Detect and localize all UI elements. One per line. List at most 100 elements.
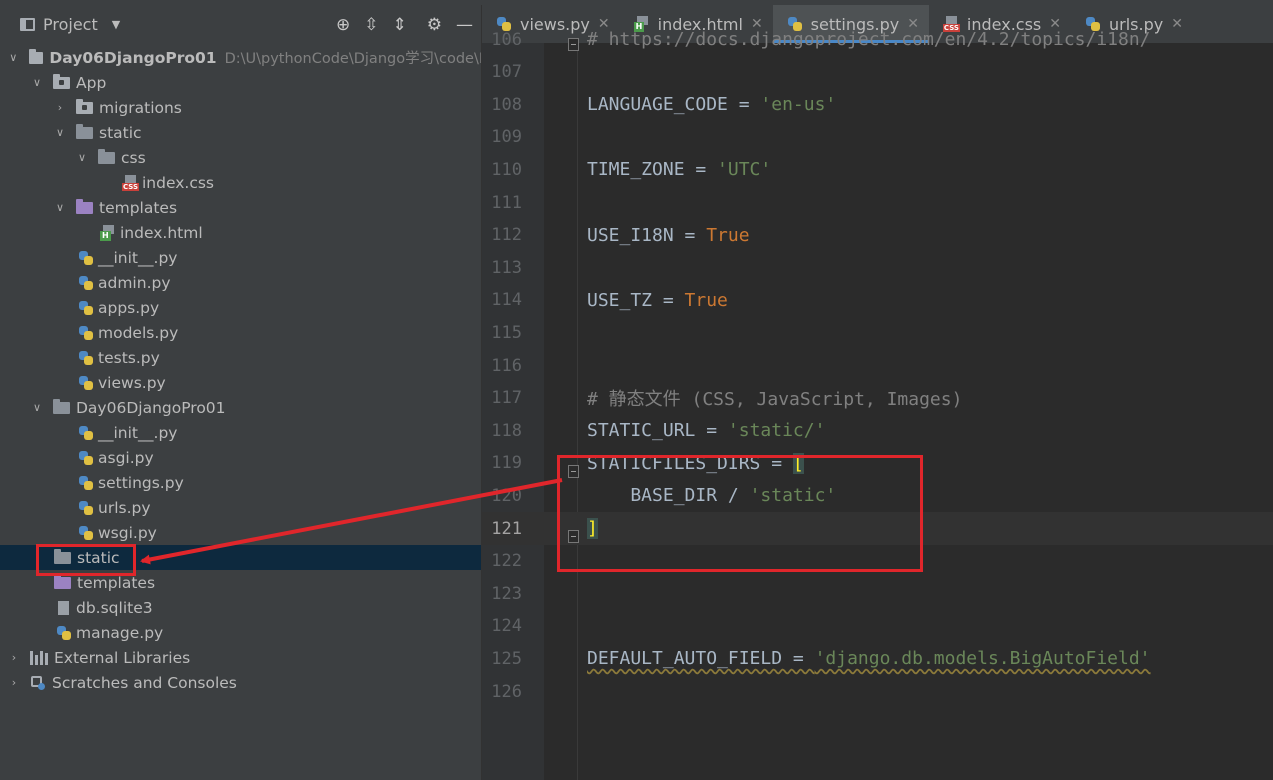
tree-item-app-static[interactable]: ∨ static xyxy=(0,120,481,145)
tree-item-apps[interactable]: apps.py xyxy=(0,295,481,320)
code-line[interactable]: 108 LANGUAGE_CODE = 'en-us' xyxy=(482,88,1273,121)
tree-item-asgi[interactable]: asgi.py xyxy=(0,445,481,470)
chevron-down-icon[interactable]: ∨ xyxy=(76,151,88,164)
tree-item-manage[interactable]: manage.py xyxy=(0,620,481,645)
folder-icon xyxy=(98,148,115,164)
chevron-down-icon[interactable]: ∨ xyxy=(54,126,66,139)
chevron-right-icon[interactable]: › xyxy=(54,101,66,114)
tree-item-tests[interactable]: tests.py xyxy=(0,345,481,370)
tree-item-label: urls.py xyxy=(98,498,151,517)
tree-item-index-css[interactable]: index.css xyxy=(0,170,481,195)
code-line[interactable]: 125 DEFAULT_AUTO_FIELD = 'django.db.model… xyxy=(482,642,1273,675)
code-line[interactable]: 106 # https://docs.djangoproject.com/en/4… xyxy=(482,23,1273,56)
code-line[interactable]: 112 USE_I18N = True xyxy=(482,219,1273,252)
module-folder-icon xyxy=(76,98,93,114)
tree-item-label: Day06DjangoPro01 xyxy=(76,398,226,417)
folder-icon xyxy=(28,48,44,64)
line-number: 124 xyxy=(491,616,522,637)
project-panel: Project ▼ ⊕ ⇳ ⇕ ⚙ — ∨ Day06DjangoPro01 D… xyxy=(0,5,482,780)
code-line[interactable]: 115 xyxy=(482,316,1273,349)
code-token: TIME_ZONE = xyxy=(587,159,718,181)
code-line[interactable]: 110 TIME_ZONE = 'UTC' xyxy=(482,153,1273,186)
python-file-icon xyxy=(78,525,94,541)
line-number: 107 xyxy=(491,62,522,83)
code-token: # 静态文件 (CSS, JavaScript, Images) xyxy=(587,389,963,411)
code-line[interactable]: 124 xyxy=(482,610,1273,643)
tree-item-label: External Libraries xyxy=(54,648,191,667)
code-text: TIME_ZONE = 'UTC' xyxy=(587,159,771,180)
chevron-down-icon[interactable]: ∨ xyxy=(31,76,43,89)
code-line[interactable]: 113 xyxy=(482,251,1273,284)
tree-item-admin[interactable]: admin.py xyxy=(0,270,481,295)
code-line[interactable]: 126 xyxy=(482,675,1273,708)
python-file-icon xyxy=(78,250,94,266)
tree-item-scratches[interactable]: › Scratches and Consoles xyxy=(0,670,481,695)
tree-item-settings[interactable]: settings.py xyxy=(0,470,481,495)
project-view-selector[interactable]: Project ▼ xyxy=(20,15,120,34)
tree-item-label: tests.py xyxy=(98,348,160,367)
tree-item-wsgi[interactable]: wsgi.py xyxy=(0,520,481,545)
python-file-icon xyxy=(78,275,94,291)
module-folder-icon xyxy=(53,73,70,89)
line-number: 116 xyxy=(491,355,522,376)
tree-item-app-init[interactable]: __init__.py xyxy=(0,245,481,270)
project-panel-title: Project xyxy=(43,15,98,34)
code-token: DEFAULT_AUTO_FIELD = xyxy=(587,648,815,670)
code-line[interactable]: 116 xyxy=(482,349,1273,382)
line-number: 114 xyxy=(491,290,522,311)
code-text: # https://docs.djangoproject.com/en/4.2/… xyxy=(587,29,1151,50)
tree-item-label: static xyxy=(99,123,142,142)
python-file-icon xyxy=(78,325,94,341)
chevron-down-icon[interactable]: ▼ xyxy=(112,18,120,31)
line-number: 119 xyxy=(491,453,522,474)
chevron-down-icon[interactable]: ∨ xyxy=(8,51,19,64)
code-text: DEFAULT_AUTO_FIELD = 'django.db.models.B… xyxy=(587,648,1151,669)
library-icon xyxy=(30,650,48,665)
code-token: USE_TZ = xyxy=(587,289,685,311)
line-number: 122 xyxy=(491,551,522,572)
project-panel-icon xyxy=(20,18,35,31)
locate-icon[interactable]: ⊕ xyxy=(336,15,350,35)
tree-item-db[interactable]: db.sqlite3 xyxy=(0,595,481,620)
fold-marker-icon[interactable] xyxy=(568,38,579,51)
tree-item-migrations[interactable]: › migrations xyxy=(0,95,481,120)
code-text: USE_TZ = True xyxy=(587,290,728,311)
tree-item-label: templates xyxy=(99,198,178,217)
code-line[interactable]: 117 # 静态文件 (CSS, JavaScript, Images) xyxy=(482,382,1273,415)
code-line[interactable]: 118 STATIC_URL = 'static/' xyxy=(482,414,1273,447)
chevron-right-icon[interactable]: › xyxy=(8,651,20,664)
expand-all-icon[interactable]: ⇳ xyxy=(364,15,378,35)
code-line[interactable]: 107 xyxy=(482,56,1273,89)
code-line[interactable]: 111 xyxy=(482,186,1273,219)
tree-item-models[interactable]: models.py xyxy=(0,320,481,345)
tree-item-pkg-init[interactable]: __init__.py xyxy=(0,420,481,445)
code-line[interactable]: 123 xyxy=(482,577,1273,610)
tree-item-label: settings.py xyxy=(98,473,184,492)
tree-item-project-package[interactable]: ∨ Day06DjangoPro01 xyxy=(0,395,481,420)
tree-item-project-root[interactable]: ∨ Day06DjangoPro01 D:\U\pythonCode\Djang… xyxy=(0,45,481,70)
code-token: LANGUAGE_CODE = xyxy=(587,94,761,116)
collapse-all-icon[interactable]: ⇕ xyxy=(393,15,407,35)
gear-icon[interactable]: ⚙ xyxy=(427,15,442,35)
tree-item-index-html[interactable]: index.html xyxy=(0,220,481,245)
code-token: 'django.db.models.BigAutoField' xyxy=(814,648,1151,670)
code-line[interactable]: 114 USE_TZ = True xyxy=(482,284,1273,317)
tree-item-app[interactable]: ∨ App xyxy=(0,70,481,95)
python-file-icon xyxy=(78,375,94,391)
code-line[interactable]: 109 xyxy=(482,121,1273,154)
tree-item-urls[interactable]: urls.py xyxy=(0,495,481,520)
python-file-icon xyxy=(56,625,72,641)
chevron-right-icon[interactable]: › xyxy=(8,676,20,689)
chevron-down-icon[interactable]: ∨ xyxy=(54,201,66,214)
tree-item-css[interactable]: ∨ css xyxy=(0,145,481,170)
tree-item-views[interactable]: views.py xyxy=(0,370,481,395)
tree-item-label: App xyxy=(76,73,107,92)
line-number: 125 xyxy=(491,648,522,669)
tree-item-templates-app[interactable]: ∨ templates xyxy=(0,195,481,220)
line-number: 115 xyxy=(491,322,522,343)
python-file-icon xyxy=(78,500,94,516)
tree-item-external-libraries[interactable]: › External Libraries xyxy=(0,645,481,670)
project-panel-toolbar: ⊕ ⇳ ⇕ ⚙ — xyxy=(336,15,473,35)
hide-panel-icon[interactable]: — xyxy=(456,15,473,35)
chevron-down-icon[interactable]: ∨ xyxy=(31,401,43,414)
